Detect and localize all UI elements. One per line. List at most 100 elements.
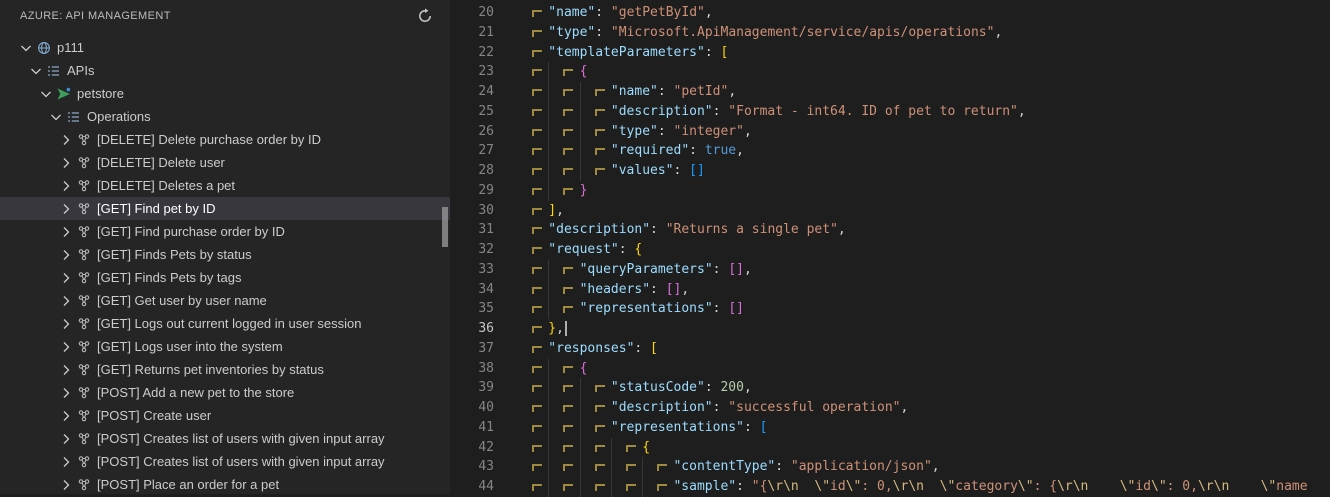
tree-item[interactable]: [POST] Creates list of users with given … — [0, 450, 450, 473]
chevron-right-icon[interactable] — [58, 178, 74, 194]
tree-item[interactable]: p111 — [0, 36, 450, 59]
chevron-right-icon[interactable] — [58, 247, 74, 263]
code-line[interactable]: 29} — [450, 181, 1330, 201]
code-line[interactable]: 43 "contentType": "application/json", — [450, 457, 1330, 477]
tree-item[interactable]: petstore — [0, 82, 450, 105]
tree-item[interactable]: APIs — [0, 59, 450, 82]
line-number[interactable]: 34 — [450, 280, 494, 300]
tree-item[interactable]: [GET] Get user by user name — [0, 289, 450, 312]
tree-item[interactable]: [GET] Logs out current logged in user se… — [0, 312, 450, 335]
code-line[interactable]: 39 "statusCode": 200, — [450, 378, 1330, 398]
chevron-right-icon[interactable] — [58, 155, 74, 171]
tab-whitespace-mark — [548, 280, 579, 300]
tree-item[interactable]: [GET] Find purchase order by ID — [0, 220, 450, 243]
chevron-right-icon[interactable] — [58, 408, 74, 424]
chevron-right-icon[interactable] — [58, 362, 74, 378]
chevron-right-icon[interactable] — [58, 431, 74, 447]
line-number[interactable]: 40 — [450, 398, 494, 418]
chevron-right-icon[interactable] — [58, 293, 74, 309]
code-line[interactable]: 32 "request": { — [450, 240, 1330, 260]
tree-item[interactable]: [POST] Creates list of users with given … — [0, 427, 450, 450]
chevron-right-icon[interactable] — [58, 454, 74, 470]
code-line[interactable]: 38 { — [450, 359, 1330, 379]
tree-item[interactable]: [DELETE] Delete purchase order by ID — [0, 128, 450, 151]
code-line[interactable]: 30], — [450, 201, 1330, 221]
chevron-down-icon[interactable] — [18, 40, 34, 56]
tree-item-label: [POST] Add a new pet to the store — [97, 385, 295, 400]
line-number[interactable]: 22 — [450, 43, 494, 63]
code-line[interactable]: 37 "responses": [ — [450, 339, 1330, 359]
code-line[interactable]: 42 { — [450, 438, 1330, 458]
tab-whitespace-mark — [548, 457, 579, 477]
line-number[interactable]: 35 — [450, 299, 494, 319]
chevron-right-icon[interactable] — [58, 224, 74, 240]
line-number[interactable]: 26 — [450, 122, 494, 142]
chevron-right-icon[interactable] — [58, 316, 74, 332]
line-number[interactable]: 36 — [450, 319, 494, 339]
code-line[interactable]: 25 "description": "Format - int64. ID of … — [450, 102, 1330, 122]
chevron-right-icon[interactable] — [58, 477, 74, 493]
line-number[interactable]: 31 — [450, 220, 494, 240]
line-number[interactable]: 39 — [450, 378, 494, 398]
sidebar-scrollbar[interactable] — [442, 207, 448, 247]
tree-item[interactable]: Operations — [0, 105, 450, 128]
line-number[interactable]: 28 — [450, 161, 494, 181]
line-number[interactable]: 33 — [450, 260, 494, 280]
code-line[interactable]: 31 "description": "Returns a single pet", — [450, 220, 1330, 240]
tab-whitespace-mark — [548, 141, 579, 161]
line-number[interactable]: 23 — [450, 62, 494, 82]
code-editor[interactable]: 20 "name": "getPetById", 21 "type": "Micros… — [450, 0, 1330, 497]
tab-whitespace-mark — [580, 161, 611, 181]
code-line[interactable]: 23 { — [450, 62, 1330, 82]
code-line[interactable]: 36}, — [450, 319, 1330, 339]
line-number[interactable]: 37 — [450, 339, 494, 359]
chevron-down-icon[interactable] — [48, 109, 64, 125]
line-number[interactable]: 25 — [450, 102, 494, 122]
line-number[interactable]: 27 — [450, 141, 494, 161]
code-line[interactable]: 26 "type": "integer", — [450, 122, 1330, 142]
tree-item[interactable]: [GET] Finds Pets by status — [0, 243, 450, 266]
chevron-right-icon[interactable] — [58, 132, 74, 148]
line-number[interactable]: 29 — [450, 181, 494, 201]
chevron-right-icon[interactable] — [58, 201, 74, 217]
code-token: "Returns a single pet" — [665, 222, 838, 238]
tree-item[interactable]: [DELETE] Deletes a pet — [0, 174, 450, 197]
tree-item[interactable]: [GET] Logs user into the system — [0, 335, 450, 358]
line-number[interactable]: 21 — [450, 23, 494, 43]
chevron-down-icon[interactable] — [38, 86, 54, 102]
code-line[interactable]: 40 "description": "successful operation", — [450, 398, 1330, 418]
line-number[interactable]: 32 — [450, 240, 494, 260]
code-line[interactable]: 28 "values": [] — [450, 161, 1330, 181]
tree-item[interactable]: [GET] Returns pet inventories by status — [0, 358, 450, 381]
operation-icon — [76, 132, 92, 148]
tree-item[interactable]: [POST] Place an order for a pet — [0, 473, 450, 494]
code-line[interactable]: 20 "name": "getPetById", — [450, 3, 1330, 23]
tree-item[interactable]: [POST] Create user — [0, 404, 450, 427]
code-line[interactable]: 27 "required": true, — [450, 141, 1330, 161]
tree-item[interactable]: [GET] Find pet by ID — [0, 197, 450, 220]
code-line[interactable]: 33 "queryParameters": [], — [450, 260, 1330, 280]
tree-item[interactable]: [DELETE] Delete user — [0, 151, 450, 174]
code-line[interactable]: 22 "templateParameters": [ — [450, 43, 1330, 63]
chevron-right-icon[interactable] — [58, 270, 74, 286]
code-line[interactable]: 41 "representations": [ — [450, 418, 1330, 438]
line-number[interactable]: 43 — [450, 457, 494, 477]
line-number[interactable]: 30 — [450, 201, 494, 221]
chevron-right-icon[interactable] — [58, 339, 74, 355]
code-line[interactable]: 21 "type": "Microsoft.ApiManagement/servi… — [450, 23, 1330, 43]
refresh-icon[interactable] — [414, 5, 436, 27]
line-number[interactable]: 24 — [450, 82, 494, 102]
chevron-right-icon[interactable] — [58, 385, 74, 401]
code-line[interactable]: 34 "headers": [], — [450, 280, 1330, 300]
code-token: id — [830, 479, 846, 494]
code-line[interactable]: 35 "representations": [] — [450, 299, 1330, 319]
tree-item[interactable]: [POST] Add a new pet to the store — [0, 381, 450, 404]
line-number[interactable]: 38 — [450, 359, 494, 379]
tree-item[interactable]: [GET] Finds Pets by tags — [0, 266, 450, 289]
line-number[interactable]: 41 — [450, 418, 494, 438]
line-number[interactable]: 42 — [450, 438, 494, 458]
code-line[interactable]: 24 "name": "petId", — [450, 82, 1330, 102]
code-token: , — [1017, 103, 1026, 119]
line-number[interactable]: 20 — [450, 3, 494, 23]
chevron-down-icon[interactable] — [28, 63, 44, 79]
